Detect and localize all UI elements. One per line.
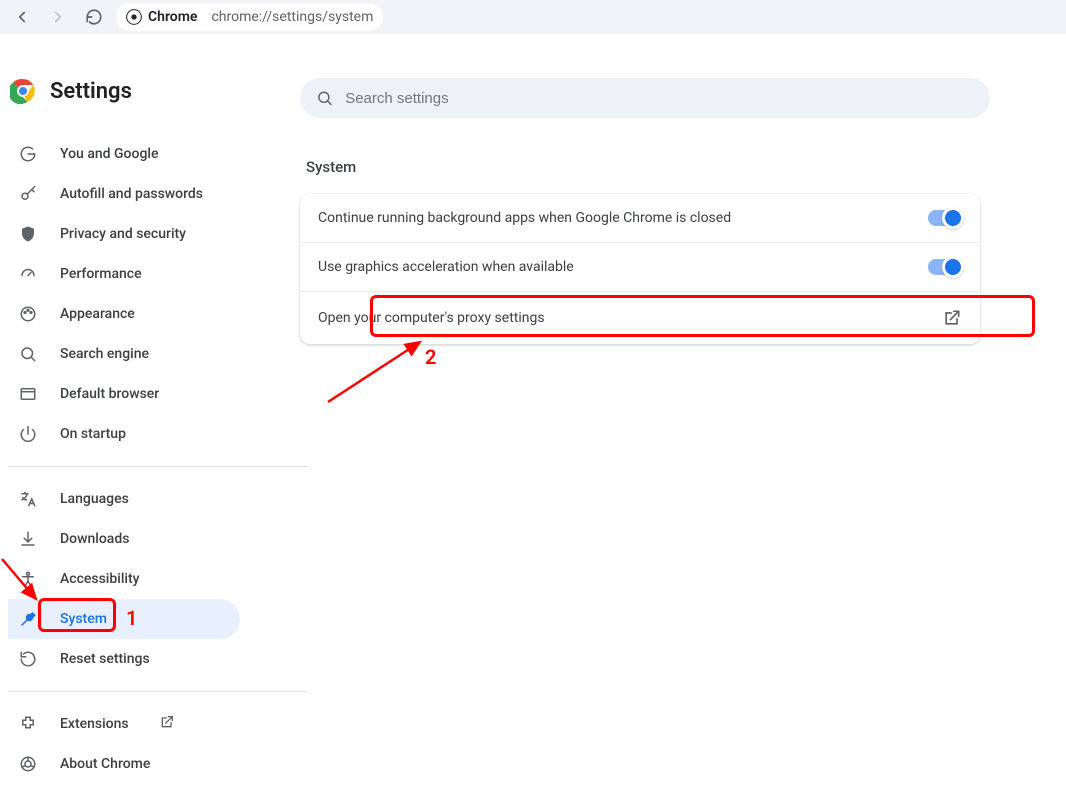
sidebar-item-reset[interactable]: Reset settings — [8, 639, 240, 679]
browser-navbar: Chrome chrome://settings/system — [0, 0, 1066, 34]
palette-icon — [18, 304, 38, 324]
settings-header: Settings — [8, 78, 300, 104]
forward-button[interactable] — [44, 3, 72, 31]
sidebar-item-system[interactable]: System — [8, 599, 240, 639]
sidebar-item-appearance[interactable]: Appearance — [8, 294, 240, 334]
chrome-chip: Chrome — [126, 9, 197, 25]
settings-main: System Continue running background apps … — [300, 78, 1066, 784]
sidebar-item-label: About Chrome — [60, 756, 150, 772]
row-proxy-settings[interactable]: Open your computer's proxy settings — [300, 291, 980, 344]
sidebar-item-label: Languages — [60, 491, 129, 507]
sidebar-item-accessibility[interactable]: Accessibility — [8, 559, 240, 599]
sidebar-item-default-browser[interactable]: Default browser — [8, 374, 240, 414]
settings-sidebar: Settings You and Google Autofill and pas… — [0, 78, 300, 784]
row-label: Open your computer's proxy settings — [318, 310, 545, 326]
row-background-apps[interactable]: Continue running background apps when Go… — [300, 194, 980, 242]
extension-icon — [18, 714, 38, 734]
reset-icon — [18, 649, 38, 669]
sidebar-separator — [8, 466, 308, 467]
chrome-chip-label: Chrome — [148, 9, 197, 25]
translate-icon — [18, 489, 38, 509]
omnibox[interactable]: Chrome chrome://settings/system — [116, 3, 383, 31]
speedometer-icon — [18, 264, 38, 284]
reload-button[interactable] — [80, 3, 108, 31]
shield-icon — [18, 224, 38, 244]
settings-search[interactable] — [300, 78, 990, 118]
chrome-icon — [126, 9, 142, 25]
sidebar-item-languages[interactable]: Languages — [8, 479, 240, 519]
sidebar-item-about[interactable]: About Chrome — [8, 744, 240, 784]
sidebar-item-label: Reset settings — [60, 651, 150, 667]
sidebar-item-label: Search engine — [60, 346, 149, 362]
sidebar-item-label: Appearance — [60, 306, 135, 322]
open-in-new-icon — [942, 308, 962, 328]
sidebar-item-label: Default browser — [60, 386, 159, 402]
sidebar-item-on-startup[interactable]: On startup — [8, 414, 240, 454]
row-label: Continue running background apps when Go… — [318, 210, 731, 226]
sidebar-item-autofill[interactable]: Autofill and passwords — [8, 174, 240, 214]
sidebar-item-search-engine[interactable]: Search engine — [8, 334, 240, 374]
settings-search-input[interactable] — [345, 90, 974, 107]
section-title: System — [306, 158, 1048, 176]
sidebar-item-you-and-google[interactable]: You and Google — [8, 134, 240, 174]
toggle-graphics-acceleration[interactable] — [928, 259, 962, 275]
open-in-new-icon — [159, 714, 175, 734]
sidebar-item-label: On startup — [60, 426, 126, 442]
sidebar-item-label: System — [60, 611, 107, 627]
page-title: Settings — [50, 79, 132, 104]
chrome-logo-icon — [10, 78, 36, 104]
power-icon — [18, 424, 38, 444]
row-graphics-acceleration[interactable]: Use graphics acceleration when available — [300, 242, 980, 291]
row-label: Use graphics acceleration when available — [318, 259, 574, 275]
toggle-background-apps[interactable] — [928, 210, 962, 226]
sidebar-item-privacy[interactable]: Privacy and security — [8, 214, 240, 254]
key-icon — [18, 184, 38, 204]
system-settings-card: Continue running background apps when Go… — [300, 194, 980, 344]
search-icon — [18, 344, 38, 364]
search-icon — [316, 89, 333, 107]
chrome-outline-icon — [18, 754, 38, 774]
sidebar-item-label: Privacy and security — [60, 226, 186, 242]
sidebar-item-label: Performance — [60, 266, 142, 282]
sidebar-item-label: Extensions — [60, 716, 129, 732]
sidebar-item-downloads[interactable]: Downloads — [8, 519, 240, 559]
sidebar-item-label: Accessibility — [60, 571, 139, 587]
accessibility-icon — [18, 569, 38, 589]
sidebar-item-extensions[interactable]: Extensions — [8, 704, 240, 744]
download-icon — [18, 529, 38, 549]
back-button[interactable] — [8, 3, 36, 31]
omnibox-url: chrome://settings/system — [211, 9, 373, 25]
wrench-icon — [18, 609, 38, 629]
sidebar-item-performance[interactable]: Performance — [8, 254, 240, 294]
google-g-icon — [18, 144, 38, 164]
sidebar-separator — [8, 691, 308, 692]
sidebar-item-label: Autofill and passwords — [60, 186, 203, 202]
browser-window-icon — [18, 384, 38, 404]
sidebar-item-label: You and Google — [60, 146, 158, 162]
sidebar-item-label: Downloads — [60, 531, 129, 547]
